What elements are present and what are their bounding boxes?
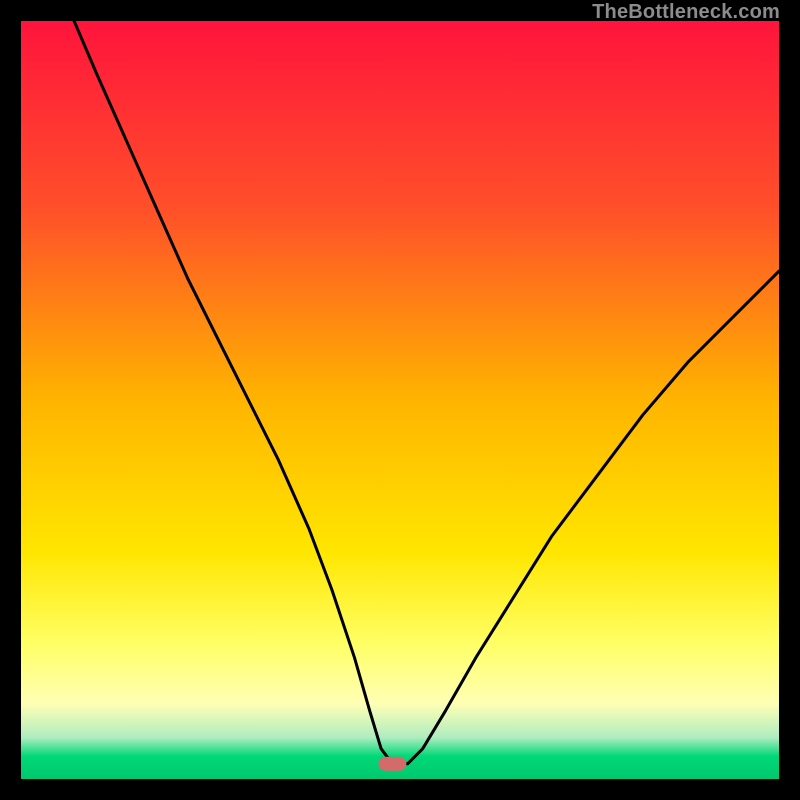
bottleneck-plot [21, 21, 779, 779]
gradient-background [21, 21, 779, 779]
optimal-marker [378, 757, 406, 771]
watermark-text: TheBottleneck.com [592, 1, 780, 24]
chart-frame: TheBottleneck.com [0, 0, 800, 800]
